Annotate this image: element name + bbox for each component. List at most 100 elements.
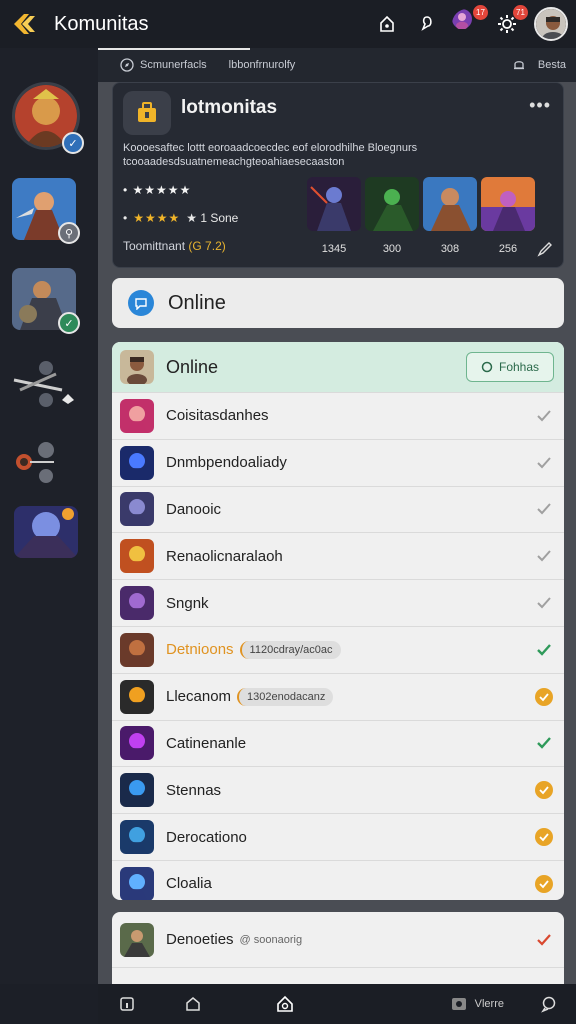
rating-row-2: • ★★★★ ★ 1 Sone (123, 211, 238, 225)
user-avatar[interactable] (534, 7, 568, 41)
community-footer: Toomittnant (G 7.2) (123, 239, 226, 253)
rail-tool-gear[interactable] (14, 438, 70, 493)
orange-check-icon (534, 780, 554, 800)
gray-check-icon (534, 499, 554, 519)
game-avatar (120, 492, 154, 527)
bottom-bar: Vlerre (98, 984, 576, 1024)
member-name: Dnmbpendoaliady (166, 454, 287, 472)
active-tab-indicator (98, 48, 250, 50)
rail-server-1[interactable]: ✓ (12, 82, 84, 154)
rating-bullet: • (123, 211, 128, 225)
chat-icon (481, 361, 493, 373)
game-avatar (120, 866, 154, 900)
rail-server-3[interactable]: ✓ (12, 268, 80, 334)
gray-check-icon (534, 453, 554, 473)
extra-list: Denoeties @ soonaorig (112, 912, 564, 984)
gray-check-icon (534, 546, 554, 566)
orange-check-icon (534, 827, 554, 847)
friends-badge: 17 (473, 5, 488, 20)
gray-check-icon (534, 593, 554, 613)
verified-icon: ✓ (62, 132, 84, 154)
view-label: Vlerre (474, 998, 504, 1010)
game-thumbnail-3[interactable] (423, 177, 477, 231)
community-card: lotmonitas ••• Koooesaftec lottt eoroaad… (112, 82, 564, 268)
list-item[interactable]: Sngnk (112, 579, 564, 626)
top-bar: Komunitas 17 71 (0, 0, 576, 48)
online-card[interactable]: Online (112, 278, 564, 328)
more-options-icon[interactable]: ••• (529, 95, 551, 116)
follow-label: Fohhas (498, 360, 540, 374)
list-item[interactable]: Renaolicnaralaoh (112, 532, 564, 579)
community-description: Koooesaftec lottt eoroaadcoecdec eof elo… (123, 142, 418, 168)
green-check-icon (534, 640, 554, 660)
rating-row-1: • ★★★★★ (123, 183, 191, 197)
rail-tool-swords[interactable] (10, 356, 80, 417)
list-item[interactable]: Catinenanle (112, 719, 564, 767)
community-icon (123, 91, 171, 135)
game-thumbnail-2[interactable] (365, 177, 419, 231)
rating-suffix: ★ 1 Sone (186, 211, 239, 225)
settings-button[interactable]: 71 (492, 5, 528, 39)
list-item[interactable]: Coisitasdanhes (112, 392, 564, 439)
list-item[interactable]: Cloalia (112, 859, 564, 900)
member-name: Llecanom (166, 688, 232, 706)
game-avatar (120, 679, 154, 714)
settings-badge: 71 (513, 5, 528, 20)
member-subtext: @ soonaorig (239, 933, 303, 946)
member-name: Cloalia (166, 875, 212, 893)
online-card-label: Online (168, 291, 226, 314)
list-item[interactable]: Denoeties @ soonaorig (112, 912, 564, 968)
best-label[interactable]: Besta (538, 59, 566, 71)
member-name: Sngnk (166, 594, 209, 612)
tab-label: Scmunerfacls (140, 59, 207, 71)
member-avatar (120, 922, 154, 957)
notification-icon[interactable] (412, 9, 442, 39)
view-toggle[interactable]: Vlerre (451, 997, 504, 1011)
gear-icon (16, 442, 54, 483)
game-avatar (120, 632, 154, 667)
list-item[interactable]: Llecanom 1302enodacanz (112, 672, 564, 720)
friends-button[interactable]: 17 (452, 5, 488, 39)
rating-stars: ★★★★ (133, 211, 181, 225)
nav-house-icon[interactable] (178, 989, 208, 1019)
list-item[interactable]: Danooic (112, 485, 564, 533)
bell-icon[interactable] (512, 58, 526, 72)
tab-lbbonfrnurolfy[interactable]: lbbonfrnurolfy (229, 59, 296, 71)
app-logo[interactable] (10, 9, 40, 39)
online-list: Online Fohhas Coisitasdanhes Dnmbpendoali… (112, 342, 564, 900)
tab-label: lbbonfrnurolfy (228, 59, 296, 71)
app-title: Komunitas (54, 12, 149, 35)
list-item[interactable]: Derocationo (112, 813, 564, 860)
nav-chat-icon[interactable] (534, 989, 564, 1019)
follow-button[interactable]: Fohhas (466, 352, 554, 382)
rail-server-4[interactable] (14, 506, 78, 558)
home-icon[interactable] (372, 9, 402, 39)
game-avatar (120, 586, 154, 621)
nav-home-icon[interactable] (112, 989, 142, 1019)
game-count-2: 300 (382, 243, 402, 255)
list-item[interactable]: Dnmbpendoaliady (112, 438, 564, 486)
rail-server-2[interactable]: ⚲ (12, 178, 80, 244)
nav-community-icon[interactable] (270, 989, 300, 1019)
list-item[interactable]: Stennas (112, 766, 564, 813)
member-tag: 1120cdray/ac0ac (239, 640, 341, 659)
list-item[interactable]: Detnioons 1120cdray/ac0ac (112, 625, 564, 673)
game-count-1: 1345 (321, 243, 347, 255)
online-list-title: Online (166, 356, 219, 377)
compass-icon (120, 58, 134, 72)
footer-value: (G 7.2) (188, 239, 226, 253)
main-content: lotmonitas ••• Koooesaftec lottt eoroaad… (98, 82, 576, 984)
game-avatar (120, 539, 154, 574)
sub-tab-bar: Scmunerfacls lbbonfrnurolfy Besta (98, 48, 576, 82)
member-name: Stennas (166, 781, 222, 799)
server-thumbnail (14, 506, 78, 558)
member-name: Danooic (166, 500, 222, 518)
game-thumbnail-4[interactable] (481, 177, 535, 231)
header-avatar (120, 350, 154, 384)
gray-check-icon (534, 406, 554, 426)
pin-icon: ⚲ (58, 222, 80, 244)
member-name: Detnioons (166, 641, 234, 659)
edit-icon[interactable] (537, 241, 553, 257)
tab-scmunerfacls[interactable]: Scmunerfacls (120, 58, 207, 72)
game-thumbnail-1[interactable] (307, 177, 361, 231)
